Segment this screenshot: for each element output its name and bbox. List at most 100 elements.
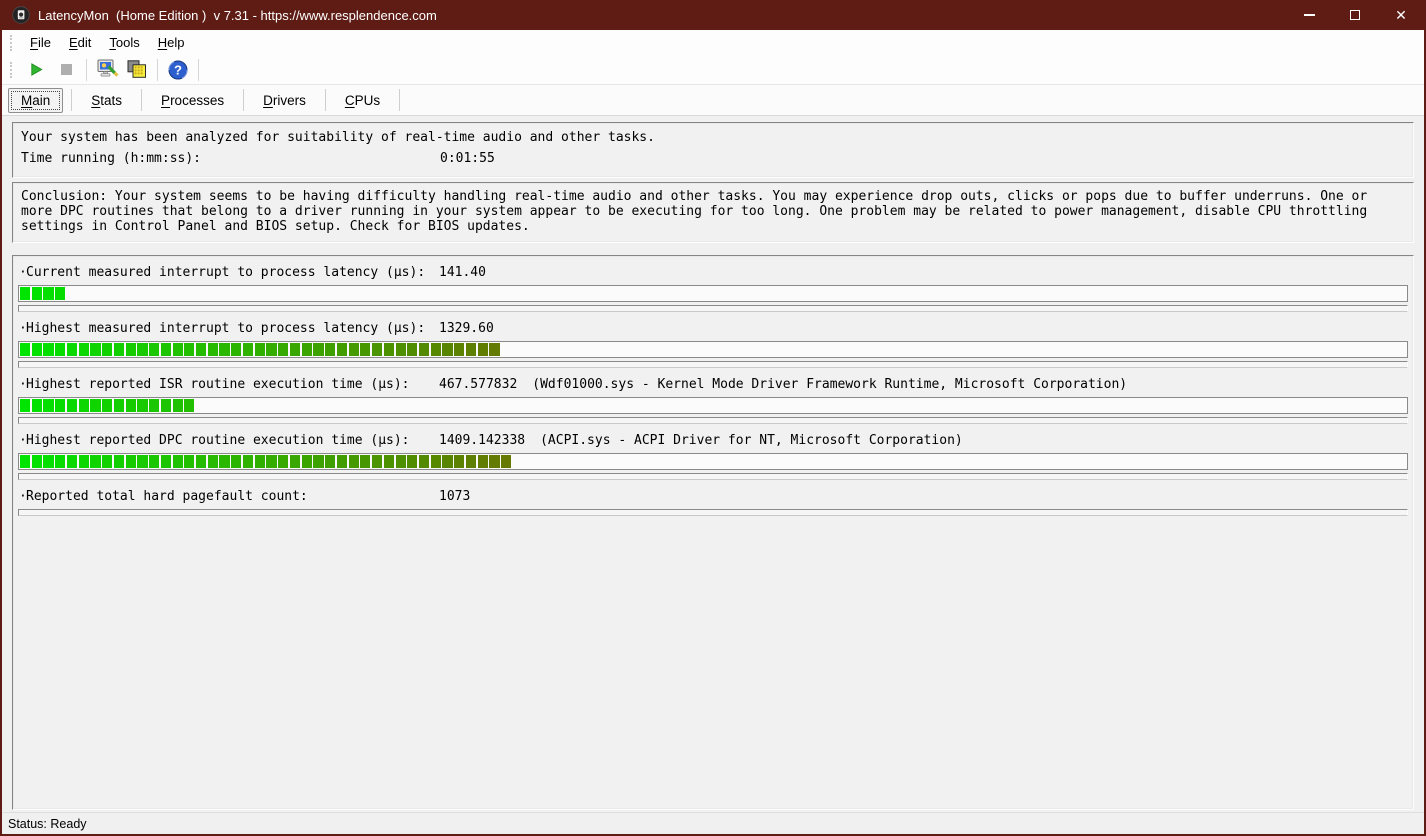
toolbar-separator [198,59,199,81]
menu-item-edit[interactable]: Edit [60,32,100,53]
bar-segment [407,455,417,468]
metric-value: 141.40 [439,265,486,285]
bar-segment [149,399,159,412]
bullet-marker: · [19,377,26,397]
secondary-bar [18,305,1408,312]
tab-separator [141,89,142,111]
bar-segment [419,343,429,356]
bar-segment [478,343,488,356]
bar-segment [278,343,288,356]
secondary-bar [18,417,1408,424]
close-button[interactable]: ✕ [1378,0,1424,30]
metric-value: 1073 [439,489,470,509]
tab-cpus[interactable]: CPUs [332,89,393,112]
start-monitor-icon [29,62,44,77]
bar-segment [137,455,147,468]
tab-processes[interactable]: Processes [148,89,237,112]
bar-segment [384,343,394,356]
bar-segment [325,343,335,356]
maximize-icon [1350,10,1360,20]
metric-row: · Current measured interrupt to process … [18,265,1408,312]
bar-segment [114,399,124,412]
bar-segment [231,455,241,468]
bar-segment [208,455,218,468]
bar-segment [32,287,42,300]
bar-segment [43,343,53,356]
tab-bar: Main Stats Processes Drivers CPUs [2,85,1424,116]
latency-bar [18,285,1408,302]
bar-segment [431,455,441,468]
menu-item-file[interactable]: File [21,32,60,53]
toolbar: ? [2,55,1424,85]
bullet-marker: · [19,321,26,341]
bar-segment [196,343,206,356]
stop-monitor-button[interactable] [51,57,81,83]
latency-bar [18,397,1408,414]
report-windows-icon [127,60,147,79]
bar-segment [313,343,323,356]
bar-segment [20,287,30,300]
bar-segment [372,455,382,468]
metric-label: Current measured interrupt to process la… [26,265,439,285]
metrics-panel: · Current measured interrupt to process … [12,255,1414,810]
bar-segment [20,455,30,468]
report-windows-button[interactable] [122,57,152,83]
bar-segment [349,343,359,356]
analyze-system-icon [96,59,119,80]
analyze-system-button[interactable] [92,57,122,83]
bar-segment [43,455,53,468]
metric-driver-info: (Wdf01000.sys - Kernel Mode Driver Frame… [532,377,1127,397]
bullet-marker: · [19,265,26,285]
app-window: LatencyMon (Home Edition ) v 7.31 - http… [0,0,1426,836]
bar-segment [454,343,464,356]
help-button[interactable]: ? [163,57,193,83]
menu-item-help[interactable]: Help [149,32,194,53]
secondary-bar [18,361,1408,368]
menu-item-tools[interactable]: Tools [100,32,148,53]
latency-bar [18,453,1408,470]
bar-segment [278,455,288,468]
bar-segment [149,343,159,356]
bar-segment [407,343,417,356]
secondary-bar [18,509,1408,516]
metric-label: Highest reported ISR routine execution t… [26,377,439,397]
bar-segment [431,343,441,356]
start-monitor-button[interactable] [21,57,51,83]
bar-segment [349,455,359,468]
tab-separator [71,89,72,111]
bar-segment [20,343,30,356]
metric-value: 1329.60 [439,321,494,341]
metric-row: · Reported total hard pagefault count: 1… [18,489,1408,516]
bullet-marker: · [19,489,26,509]
metric-value: 1409.142338 [439,433,525,453]
tab-main[interactable]: Main [8,88,63,113]
tab-stats[interactable]: Stats [78,89,135,112]
bar-segment [173,343,183,356]
bar-segment [384,455,394,468]
secondary-bar [18,473,1408,480]
bar-segment [126,399,136,412]
bar-segment [67,343,77,356]
analysis-panel: Your system has been analyzed for suitab… [12,122,1414,178]
title-bar: LatencyMon (Home Edition ) v 7.31 - http… [2,0,1424,30]
bar-segment [337,343,347,356]
minimize-button[interactable] [1286,0,1332,30]
metric-row: · Highest reported ISR routine execution… [18,377,1408,424]
bar-segment [219,455,229,468]
bar-segment [266,455,276,468]
bar-segment [67,455,77,468]
toolbar-separator [86,59,87,81]
bar-segment [255,343,265,356]
bar-segment [43,399,53,412]
tab-drivers[interactable]: Drivers [250,89,319,112]
bar-segment [302,343,312,356]
metric-label: Highest measured interrupt to process la… [26,321,439,341]
bar-segment [137,399,147,412]
bar-segment [208,343,218,356]
time-running-value: 0:01:55 [440,151,495,172]
bar-segment [90,343,100,356]
app-icon [12,6,30,24]
bar-segment [137,343,147,356]
bar-segment [266,343,276,356]
maximize-button[interactable] [1332,0,1378,30]
